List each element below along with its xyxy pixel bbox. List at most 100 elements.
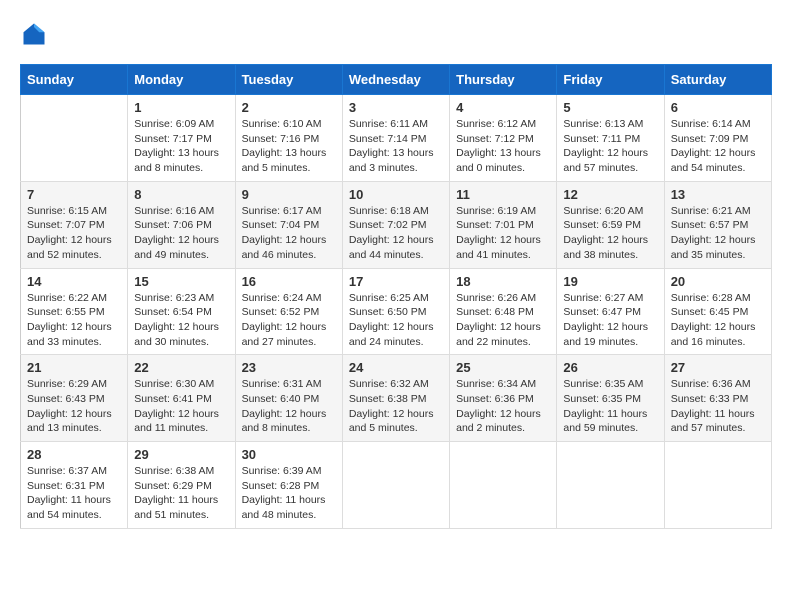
day-number: 19 <box>563 274 657 289</box>
day-cell: 21 Sunrise: 6:29 AMSunset: 6:43 PMDayligh… <box>21 355 128 442</box>
day-number: 15 <box>134 274 228 289</box>
day-cell: 10 Sunrise: 6:18 AMSunset: 7:02 PMDayligh… <box>342 181 449 268</box>
day-cell: 23Sunrise: 6:31 AMSunset: 6:40 PMDayligh… <box>235 355 342 442</box>
calendar-table: SundayMondayTuesdayWednesdayThursdayFrid… <box>20 64 772 529</box>
day-number: 4 <box>456 100 550 115</box>
day-number: 9 <box>242 187 336 202</box>
day-info: Sunrise: 6:22 AMSunset: 6:55 PMDaylight:… <box>27 291 121 350</box>
header-row: SundayMondayTuesdayWednesdayThursdayFrid… <box>21 65 772 95</box>
day-info: Sunrise: 6:18 AMSunset: 7:02 PMDaylight:… <box>349 204 443 263</box>
day-cell: 7Sunrise: 6:15 AMSunset: 7:07 PMDaylight… <box>21 181 128 268</box>
header-cell-sunday: Sunday <box>21 65 128 95</box>
day-info: Sunrise: 6:26 AMSunset: 6:48 PMDaylight:… <box>456 291 550 350</box>
day-number: 13 <box>671 187 765 202</box>
day-number: 6 <box>671 100 765 115</box>
day-cell: 13 Sunrise: 6:21 AMSunset: 6:57 PMDayligh… <box>664 181 771 268</box>
day-number: 26 <box>563 360 657 375</box>
day-number: 23 <box>242 360 336 375</box>
day-cell: 4 Sunrise: 6:12 AMSunset: 7:12 PMDaylight… <box>450 95 557 182</box>
day-cell: 18 Sunrise: 6:26 AMSunset: 6:48 PMDayligh… <box>450 268 557 355</box>
day-info: Sunrise: 6:16 AMSunset: 7:06 PMDaylight:… <box>134 204 228 263</box>
week-row-4: 21 Sunrise: 6:29 AMSunset: 6:43 PMDayligh… <box>21 355 772 442</box>
calendar-header: SundayMondayTuesdayWednesdayThursdayFrid… <box>21 65 772 95</box>
day-info: Sunrise: 6:37 AMSunset: 6:31 PMDaylight:… <box>27 464 121 523</box>
day-cell: 9 Sunrise: 6:17 AMSunset: 7:04 PMDaylight… <box>235 181 342 268</box>
day-number: 22 <box>134 360 228 375</box>
day-info: Sunrise: 6:29 AMSunset: 6:43 PMDaylight:… <box>27 377 121 436</box>
header <box>20 20 772 48</box>
header-cell-thursday: Thursday <box>450 65 557 95</box>
day-info: Sunrise: 6:24 AMSunset: 6:52 PMDaylight:… <box>242 291 336 350</box>
day-cell: 16 Sunrise: 6:24 AMSunset: 6:52 PMDayligh… <box>235 268 342 355</box>
day-info: Sunrise: 6:09 AMSunset: 7:17 PMDaylight:… <box>134 117 228 176</box>
day-cell: 3Sunrise: 6:11 AMSunset: 7:14 PMDaylight… <box>342 95 449 182</box>
day-cell: 15 Sunrise: 6:23 AMSunset: 6:54 PMDayligh… <box>128 268 235 355</box>
day-cell <box>664 442 771 529</box>
day-cell: 24 Sunrise: 6:32 AMSunset: 6:38 PMDayligh… <box>342 355 449 442</box>
day-cell <box>21 95 128 182</box>
day-info: Sunrise: 6:39 AMSunset: 6:28 PMDaylight:… <box>242 464 336 523</box>
day-number: 16 <box>242 274 336 289</box>
day-info: Sunrise: 6:27 AMSunset: 6:47 PMDaylight:… <box>563 291 657 350</box>
day-number: 24 <box>349 360 443 375</box>
day-cell <box>342 442 449 529</box>
day-info: Sunrise: 6:14 AMSunset: 7:09 PMDaylight:… <box>671 117 765 176</box>
day-cell: 19 Sunrise: 6:27 AMSunset: 6:47 PMDayligh… <box>557 268 664 355</box>
week-row-2: 7Sunrise: 6:15 AMSunset: 7:07 PMDaylight… <box>21 181 772 268</box>
day-cell: 30 Sunrise: 6:39 AMSunset: 6:28 PMDayligh… <box>235 442 342 529</box>
week-row-3: 14 Sunrise: 6:22 AMSunset: 6:55 PMDayligh… <box>21 268 772 355</box>
logo <box>20 20 52 48</box>
day-info: Sunrise: 6:17 AMSunset: 7:04 PMDaylight:… <box>242 204 336 263</box>
day-info: Sunrise: 6:36 AMSunset: 6:33 PMDaylight:… <box>671 377 765 436</box>
day-info: Sunrise: 6:23 AMSunset: 6:54 PMDaylight:… <box>134 291 228 350</box>
day-cell: 6 Sunrise: 6:14 AMSunset: 7:09 PMDaylight… <box>664 95 771 182</box>
day-number: 27 <box>671 360 765 375</box>
day-number: 25 <box>456 360 550 375</box>
header-cell-saturday: Saturday <box>664 65 771 95</box>
day-number: 21 <box>27 360 121 375</box>
day-cell: 11Sunrise: 6:19 AMSunset: 7:01 PMDayligh… <box>450 181 557 268</box>
day-cell: 12 Sunrise: 6:20 AMSunset: 6:59 PMDayligh… <box>557 181 664 268</box>
day-number: 8 <box>134 187 228 202</box>
day-cell: 5Sunrise: 6:13 AMSunset: 7:11 PMDaylight… <box>557 95 664 182</box>
day-number: 2 <box>242 100 336 115</box>
day-cell <box>450 442 557 529</box>
week-row-5: 28 Sunrise: 6:37 AMSunset: 6:31 PMDayligh… <box>21 442 772 529</box>
day-info: Sunrise: 6:12 AMSunset: 7:12 PMDaylight:… <box>456 117 550 176</box>
day-number: 29 <box>134 447 228 462</box>
header-cell-wednesday: Wednesday <box>342 65 449 95</box>
day-number: 28 <box>27 447 121 462</box>
day-info: Sunrise: 6:32 AMSunset: 6:38 PMDaylight:… <box>349 377 443 436</box>
day-number: 5 <box>563 100 657 115</box>
day-number: 18 <box>456 274 550 289</box>
day-cell: 25 Sunrise: 6:34 AMSunset: 6:36 PMDayligh… <box>450 355 557 442</box>
day-cell: 28 Sunrise: 6:37 AMSunset: 6:31 PMDayligh… <box>21 442 128 529</box>
calendar-body: 1Sunrise: 6:09 AMSunset: 7:17 PMDaylight… <box>21 95 772 529</box>
day-cell: 14 Sunrise: 6:22 AMSunset: 6:55 PMDayligh… <box>21 268 128 355</box>
logo-icon <box>20 20 48 48</box>
day-info: Sunrise: 6:20 AMSunset: 6:59 PMDaylight:… <box>563 204 657 263</box>
day-number: 7 <box>27 187 121 202</box>
day-info: Sunrise: 6:19 AMSunset: 7:01 PMDaylight:… <box>456 204 550 263</box>
day-info: Sunrise: 6:34 AMSunset: 6:36 PMDaylight:… <box>456 377 550 436</box>
day-cell: 29Sunrise: 6:38 AMSunset: 6:29 PMDayligh… <box>128 442 235 529</box>
day-cell: 17Sunrise: 6:25 AMSunset: 6:50 PMDayligh… <box>342 268 449 355</box>
day-cell <box>557 442 664 529</box>
header-cell-monday: Monday <box>128 65 235 95</box>
day-number: 14 <box>27 274 121 289</box>
day-number: 10 <box>349 187 443 202</box>
day-number: 12 <box>563 187 657 202</box>
day-cell: 2Sunrise: 6:10 AMSunset: 7:16 PMDaylight… <box>235 95 342 182</box>
day-cell: 8 Sunrise: 6:16 AMSunset: 7:06 PMDaylight… <box>128 181 235 268</box>
day-number: 30 <box>242 447 336 462</box>
day-cell: 27 Sunrise: 6:36 AMSunset: 6:33 PMDayligh… <box>664 355 771 442</box>
day-info: Sunrise: 6:21 AMSunset: 6:57 PMDaylight:… <box>671 204 765 263</box>
day-info: Sunrise: 6:30 AMSunset: 6:41 PMDaylight:… <box>134 377 228 436</box>
day-number: 17 <box>349 274 443 289</box>
day-number: 20 <box>671 274 765 289</box>
header-cell-friday: Friday <box>557 65 664 95</box>
day-info: Sunrise: 6:11 AMSunset: 7:14 PMDaylight:… <box>349 117 443 176</box>
day-cell: 22 Sunrise: 6:30 AMSunset: 6:41 PMDayligh… <box>128 355 235 442</box>
week-row-1: 1Sunrise: 6:09 AMSunset: 7:17 PMDaylight… <box>21 95 772 182</box>
day-cell: 26Sunrise: 6:35 AMSunset: 6:35 PMDayligh… <box>557 355 664 442</box>
